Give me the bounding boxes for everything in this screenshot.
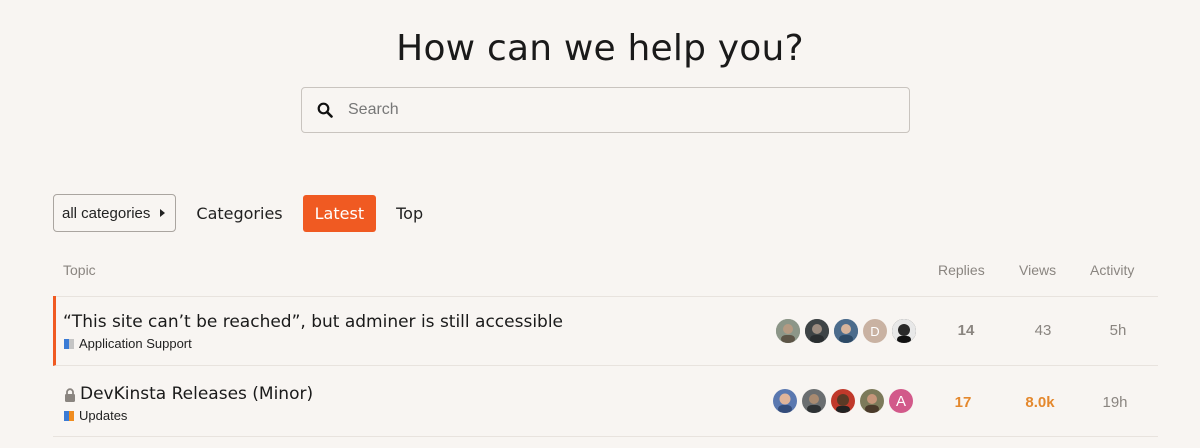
nav-categories[interactable]: Categories (196, 195, 282, 232)
category-dropdown-label: all categories (62, 204, 151, 222)
avatar[interactable] (776, 319, 800, 343)
avatar[interactable] (860, 389, 884, 413)
column-header-topic[interactable]: Topic (63, 262, 96, 278)
avatar[interactable] (892, 319, 916, 343)
avatar[interactable] (802, 389, 826, 413)
category-label: Updates (79, 408, 128, 423)
search-box[interactable] (301, 87, 910, 133)
category-color-swatch (64, 338, 74, 349)
topic-title-text: DevKinsta Releases (Minor) (80, 384, 314, 404)
category-color-swatch (64, 410, 74, 421)
poster-avatars: A (773, 389, 918, 413)
views-count: 43 (1034, 322, 1052, 339)
replies-count: 14 (957, 322, 975, 339)
caret-right-icon (160, 209, 166, 217)
category-label: Application Support (79, 336, 192, 351)
column-header-activity[interactable]: Activity (1090, 262, 1134, 278)
poster-avatars: D (776, 319, 921, 343)
replies-count: 17 (954, 394, 972, 411)
column-header-replies[interactable]: Replies (938, 262, 985, 278)
avatar[interactable]: A (889, 389, 913, 413)
lock-icon (64, 387, 76, 402)
topic-title-link[interactable]: DevKinsta Releases (Minor) (64, 384, 313, 404)
avatar[interactable] (805, 319, 829, 343)
topic-nav: all categories Categories Latest Top (53, 194, 423, 232)
category-dropdown[interactable]: all categories (53, 194, 177, 232)
topic-title-link[interactable]: “This site can’t be reached”, but admine… (63, 312, 563, 332)
category-badge[interactable]: Updates (64, 408, 127, 423)
search-icon (317, 101, 335, 119)
activity-time[interactable]: 19h (1085, 394, 1145, 411)
avatar[interactable] (834, 319, 858, 343)
nav-latest[interactable]: Latest (302, 194, 377, 232)
avatar[interactable]: D (863, 319, 887, 343)
activity-time[interactable]: 5h (1088, 322, 1148, 339)
views-count: 8.0k (1025, 394, 1055, 411)
page-title: How can we help you? (396, 28, 804, 69)
table-row[interactable]: “This site can’t be reached”, but admine… (53, 296, 1158, 366)
avatar[interactable] (773, 389, 797, 413)
category-badge[interactable]: Application Support (64, 336, 192, 351)
table-row[interactable]: DevKinsta Releases (Minor) Updates A 17 … (53, 367, 1158, 437)
avatar[interactable] (831, 389, 855, 413)
nav-top[interactable]: Top (396, 195, 423, 232)
column-header-views[interactable]: Views (1019, 262, 1056, 278)
search-input[interactable] (348, 101, 868, 119)
